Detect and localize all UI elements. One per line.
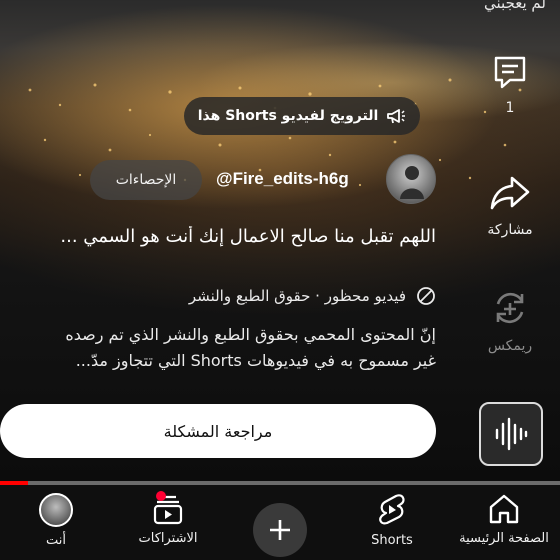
comments-button[interactable]: 1 — [470, 52, 550, 116]
create-button[interactable] — [253, 503, 307, 557]
notification-dot — [156, 491, 166, 501]
nav-you-label: أنت — [46, 533, 66, 548]
home-icon — [489, 494, 519, 524]
nav-you[interactable]: أنت — [0, 485, 112, 560]
stats-button[interactable]: الإحصاءات — [90, 160, 202, 200]
share-icon — [490, 176, 530, 210]
blocked-notice-row: فيديو محظور · حقوق الطبع والنشر — [189, 286, 436, 306]
remix-button[interactable]: ريمكس — [470, 286, 550, 354]
channel-name[interactable]: @Fire_edits-h6g — [216, 169, 349, 189]
comment-icon — [494, 56, 526, 89]
megaphone-icon — [387, 109, 406, 124]
description-line: إنّ المحتوى المحمي بحقوق الطبع والنشر ال… — [65, 325, 436, 344]
dislike-label[interactable]: لم يعجبني — [484, 0, 546, 12]
promote-short-button[interactable]: الترويج لفيديو Shorts هذا — [184, 97, 420, 135]
review-issue-button[interactable]: مراجعة المشكلة — [0, 404, 436, 458]
remix-label: ريمكس — [487, 338, 533, 354]
nav-shorts-label: Shorts — [371, 533, 413, 548]
blocked-icon — [417, 287, 435, 305]
sound-button[interactable] — [479, 402, 543, 466]
video-title[interactable]: اللهم تقبل منا صالح الاعمال إنك أنت هو ا… — [0, 226, 436, 247]
promote-label: الترويج لفيديو Shorts هذا — [197, 108, 379, 124]
audio-waveform-icon — [495, 417, 528, 451]
blocked-notice-text: فيديو محظور · حقوق الطبع والنشر — [188, 287, 406, 305]
nav-subscriptions-label: الاشتراكات — [138, 531, 198, 546]
avatar-figure-icon — [400, 166, 424, 199]
nav-create[interactable] — [224, 485, 336, 560]
remix-icon — [496, 292, 524, 324]
description-line: غير مسموح به في فيديوهات Shorts التي تتج… — [75, 351, 436, 370]
share-button[interactable]: مشاركة — [470, 170, 550, 238]
comments-count: 1 — [505, 100, 515, 116]
nav-subscriptions[interactable]: الاشتراكات — [112, 485, 224, 560]
nav-home[interactable]: الصفحة الرئيسية — [448, 485, 560, 560]
nav-shorts[interactable]: Shorts — [336, 485, 448, 560]
nav-home-label: الصفحة الرئيسية — [459, 531, 549, 546]
channel-avatar[interactable] — [386, 154, 436, 204]
share-label: مشاركة — [487, 222, 533, 238]
profile-avatar — [39, 493, 73, 527]
plus-icon — [270, 520, 290, 540]
bottom-navigation: الصفحة الرئيسية Shorts الاشتراكات أنت — [0, 485, 560, 560]
copyright-description: إنّ المحتوى المحمي بحقوق الطبع والنشر ال… — [0, 322, 436, 374]
shorts-icon — [379, 494, 405, 525]
